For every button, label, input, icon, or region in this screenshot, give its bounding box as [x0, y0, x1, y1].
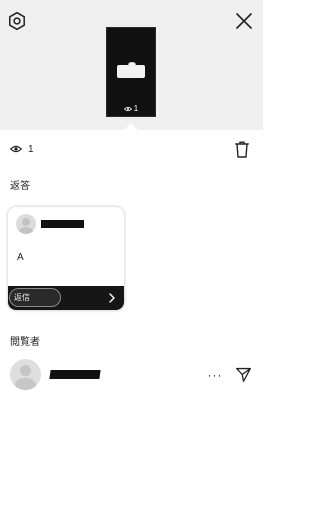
- thumbnail-product-image: [117, 62, 145, 78]
- redacted-username: [49, 370, 101, 379]
- view-count-text: 1: [28, 143, 34, 155]
- view-count: 1: [10, 142, 34, 156]
- send-message-button[interactable]: [233, 364, 253, 384]
- avatar: [10, 359, 41, 390]
- thumbnail-view-count: 1: [107, 104, 155, 113]
- eye-icon: [123, 106, 132, 111]
- eye-icon: [10, 145, 22, 153]
- story-preview-header: 1: [0, 0, 263, 130]
- thumbnail-view-count-text: 1: [133, 104, 139, 113]
- replies-section-label: 返答: [10, 181, 30, 192]
- close-button[interactable]: [232, 9, 256, 33]
- viewers-section-label: 閲覧者: [10, 337, 40, 348]
- redacted-username: [41, 220, 84, 228]
- more-options-button[interactable]: ···: [205, 365, 225, 385]
- reply-button[interactable]: 返信: [9, 288, 61, 307]
- reply-message: A: [17, 252, 24, 263]
- viewer-row[interactable]: ···: [0, 355, 263, 395]
- thumbnail-pointer: [123, 123, 139, 131]
- reply-card[interactable]: A 返信: [8, 207, 124, 310]
- send-icon: [235, 367, 251, 382]
- story-thumbnail[interactable]: 1: [106, 27, 156, 117]
- delete-story-button[interactable]: [233, 139, 251, 159]
- chevron-right-icon: [109, 293, 115, 303]
- open-reply-button[interactable]: [106, 291, 118, 305]
- trash-icon: [235, 141, 249, 158]
- gear-icon: [9, 11, 25, 31]
- settings-button[interactable]: [5, 9, 29, 33]
- reply-card-footer: 返信: [8, 286, 124, 310]
- avatar: [16, 214, 36, 234]
- close-icon: [236, 13, 252, 29]
